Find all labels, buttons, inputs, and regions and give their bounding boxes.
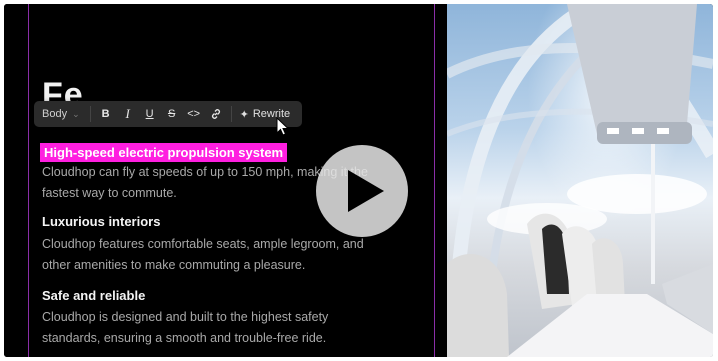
paragraph-line: Cloudhop features comfortable seats, amp… <box>42 237 364 251</box>
highlighted-section-title[interactable]: High-speed electric propulsion system <box>40 143 288 162</box>
chevron-down-icon: ⌄ <box>72 108 80 119</box>
link-icon <box>211 109 220 119</box>
left-guide-line <box>28 4 29 357</box>
code-button[interactable]: <> <box>183 108 205 120</box>
video-frame: Fe Body ⌄ B I U S <> ✦ Rewrite High-spee… <box>4 4 713 357</box>
cabin-interior-image <box>447 4 713 357</box>
underline-button[interactable]: U <box>139 108 161 120</box>
play-button[interactable] <box>316 145 408 237</box>
paragraph-line: other amenities to make commuting a plea… <box>42 258 306 272</box>
cabin-illustration <box>447 4 713 357</box>
mouse-cursor-icon <box>276 117 290 136</box>
toolbar-divider <box>89 106 91 122</box>
play-icon <box>348 170 384 212</box>
link-button[interactable] <box>205 108 227 120</box>
strikethrough-button[interactable]: S <box>161 108 183 120</box>
text-style-label: Body <box>42 108 68 120</box>
sparkle-icon: ✦ <box>239 108 249 121</box>
paragraph-line: Cloudhop is designed and built to the hi… <box>42 310 329 324</box>
text-style-dropdown[interactable]: Body ⌄ <box>34 108 86 120</box>
bold-button[interactable]: B <box>95 108 117 120</box>
section-title: Luxurious interiors <box>42 214 161 229</box>
paragraph-line: standards, ensuring a smooth and trouble… <box>42 331 327 345</box>
section-title: Safe and reliable <box>42 288 146 303</box>
right-guide-line <box>434 4 435 357</box>
formatting-toolbar: Body ⌄ B I U S <> ✦ Rewrite <box>34 101 302 127</box>
toolbar-divider <box>230 106 232 122</box>
italic-button[interactable]: I <box>117 106 139 122</box>
